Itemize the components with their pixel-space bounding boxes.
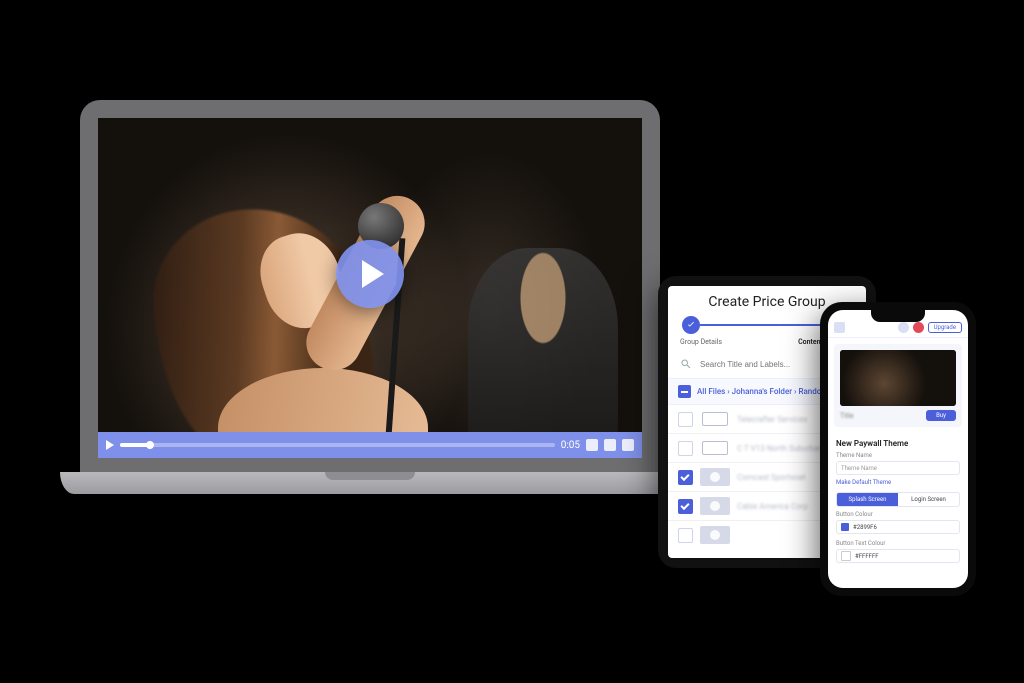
colour-swatch-icon [841, 551, 851, 561]
colour-swatch-icon [841, 523, 849, 531]
screen-tabs: Splash Screen Login Screen [836, 492, 960, 507]
video-player[interactable]: 0:05 [98, 118, 642, 458]
tab-login-screen[interactable]: Login Screen [898, 493, 959, 506]
folder-icon [700, 410, 730, 428]
video-thumb-icon [700, 526, 730, 544]
play-button[interactable] [336, 240, 404, 308]
row-label: C T V13 North Suburban [737, 444, 823, 453]
fullscreen-icon[interactable] [622, 439, 634, 451]
panel-title: New Paywall Theme [828, 433, 968, 450]
search-icon [680, 358, 692, 370]
button-text-colour-label: Button Text Colour [828, 538, 968, 548]
laptop-device-frame: 0:05 [80, 100, 660, 494]
progress-track[interactable] [120, 443, 555, 447]
theme-name-input[interactable]: Theme Name [836, 461, 960, 475]
phone-device-frame: Upgrade Title Buy New Paywall Theme Them… [820, 302, 976, 596]
video-timestamp: 0:05 [561, 440, 580, 451]
step1-label: Group Details [680, 338, 722, 346]
play-small-icon[interactable] [106, 440, 114, 450]
phone-screen: Upgrade Title Buy New Paywall Theme Them… [828, 310, 968, 588]
breadcrumb[interactable]: All Files › Johanna's Folder › Random [697, 387, 828, 396]
preview-cta-button[interactable]: Buy [926, 410, 956, 421]
phone-notch [871, 310, 925, 322]
row-checkbox[interactable] [678, 412, 693, 427]
theme-name-label: Theme Name [828, 450, 968, 460]
row-checkbox[interactable] [678, 470, 693, 485]
row-label: Cable America Corp [737, 502, 808, 511]
laptop-base [60, 472, 680, 494]
notification-badge-icon[interactable] [913, 322, 924, 333]
theme-preview-canvas: Title Buy [834, 344, 962, 427]
volume-icon[interactable] [586, 439, 598, 451]
button-colour-input[interactable]: #2899F6 [836, 520, 960, 534]
row-checkbox[interactable] [678, 528, 693, 543]
upgrade-button[interactable]: Upgrade [928, 322, 962, 333]
select-all-checkbox[interactable] [678, 385, 691, 398]
button-colour-label: Button Colour [828, 509, 968, 519]
menu-icon[interactable] [834, 322, 845, 333]
row-checkbox[interactable] [678, 499, 693, 514]
step-complete-icon[interactable] [682, 316, 700, 334]
video-thumb-icon [700, 497, 730, 515]
folder-icon [700, 439, 730, 457]
row-checkbox[interactable] [678, 441, 693, 456]
preview-title: Title [840, 412, 854, 420]
play-icon [362, 260, 384, 288]
row-label: Comcast Sportsnet [737, 473, 806, 482]
progress-knob[interactable] [146, 441, 154, 449]
settings-icon[interactable] [604, 439, 616, 451]
video-controls-bar: 0:05 [98, 432, 642, 458]
row-label: Telecrafter Services [737, 415, 807, 424]
preview-video-thumb [840, 350, 956, 406]
avatar-icon[interactable] [898, 322, 909, 333]
tab-splash-screen[interactable]: Splash Screen [837, 493, 898, 506]
button-text-colour-input[interactable]: #FFFFFF [836, 549, 960, 563]
laptop-screen-bezel: 0:05 [80, 100, 660, 472]
make-default-link[interactable]: Make Default Theme [828, 479, 968, 490]
video-thumb-icon [700, 468, 730, 486]
